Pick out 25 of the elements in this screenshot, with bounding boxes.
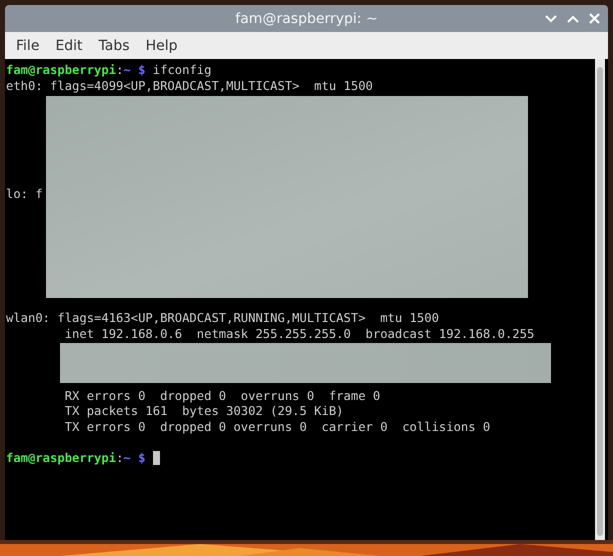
prompt-path: ~: [123, 450, 131, 464]
output-line: RX errors 0 dropped 0 overruns 0 frame 0: [64, 388, 380, 402]
scrollbar[interactable]: [595, 59, 605, 540]
close-icon[interactable]: [589, 13, 600, 24]
minimize-icon[interactable]: [545, 14, 557, 22]
prompt-separator: :: [116, 63, 124, 77]
menu-item[interactable]: Help: [138, 38, 186, 54]
output-line: eth0: flags=4099<UP,BROADCAST,MULTICAST> mtu 1500: [6, 78, 373, 92]
output-line: lo: f: [6, 187, 43, 201]
output-line: TX errors 0 dropped 0 overruns 0 carrier 0 collisions 0: [64, 420, 490, 434]
output-line: wlan0: flags=4163<UP,BROADCAST,RUNNING,MULTICAST> mtu 1500: [6, 311, 439, 325]
prompt-user: fam@raspberrypi: [6, 63, 116, 77]
prompt-user: fam@raspberrypi: [6, 450, 116, 464]
maximize-icon[interactable]: [567, 14, 579, 22]
command-text: ifconfig: [152, 63, 212, 77]
menu-item[interactable]: File: [8, 38, 48, 54]
prompt-separator: :: [116, 450, 124, 464]
output-line: TX packets 161 bytes 30302 (29.5 KiB): [64, 404, 344, 418]
prompt-sigil: $: [138, 63, 146, 77]
prompt-path: ~: [123, 63, 131, 77]
output-line: inet 192.168.0.6 netmask 255.255.255.0 broadcast 192.168.0.255: [64, 326, 534, 340]
window-title: fam@raspberrypi: ~: [235, 10, 378, 26]
menu-item[interactable]: Tabs: [90, 38, 138, 54]
prompt-sigil: $: [138, 450, 146, 464]
menu-item[interactable]: Edit: [47, 38, 91, 54]
